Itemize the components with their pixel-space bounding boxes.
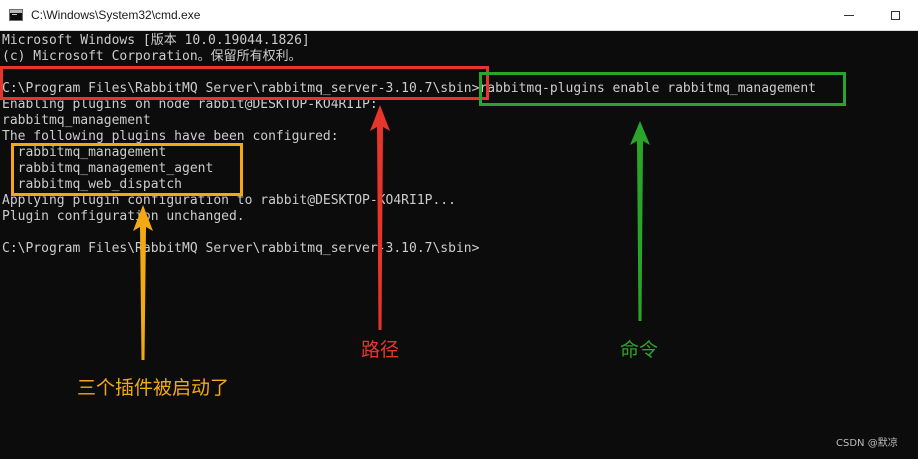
plugins-highlight-box: [11, 143, 243, 196]
orange-arrow-icon: [133, 205, 153, 360]
minimize-button[interactable]: [826, 0, 872, 30]
cmd-app-icon: [9, 9, 23, 21]
minimize-icon: [844, 14, 854, 16]
console-line: (c) Microsoft Corporation。保留所有权利。: [2, 49, 302, 64]
red-arrow-icon: [370, 105, 390, 330]
green-arrow-icon: [630, 121, 650, 321]
plugins-annotation-label: 三个插件被启动了: [77, 377, 230, 399]
console-line-prompt-current: C:\Program Files\RabbitMQ Server\rabbitm…: [2, 241, 480, 256]
maximize-icon: [890, 10, 900, 20]
console-line: rabbitmq_management: [2, 113, 151, 128]
command-highlight-box: [479, 72, 846, 106]
console-line: Plugin configuration unchanged.: [2, 209, 245, 224]
title-bar: C:\Windows\System32\cmd.exe: [0, 0, 918, 31]
console-line: Microsoft Windows [版本 10.0.19044.1826]: [2, 33, 310, 48]
path-annotation-label: 路径: [361, 339, 400, 361]
csdn-watermark: CSDN @默凉: [836, 438, 898, 449]
window-title: C:\Windows\System32\cmd.exe: [31, 8, 201, 22]
maximize-button[interactable]: [872, 0, 918, 30]
command-annotation-label: 命令: [620, 339, 659, 361]
path-highlight-box: [0, 66, 489, 100]
